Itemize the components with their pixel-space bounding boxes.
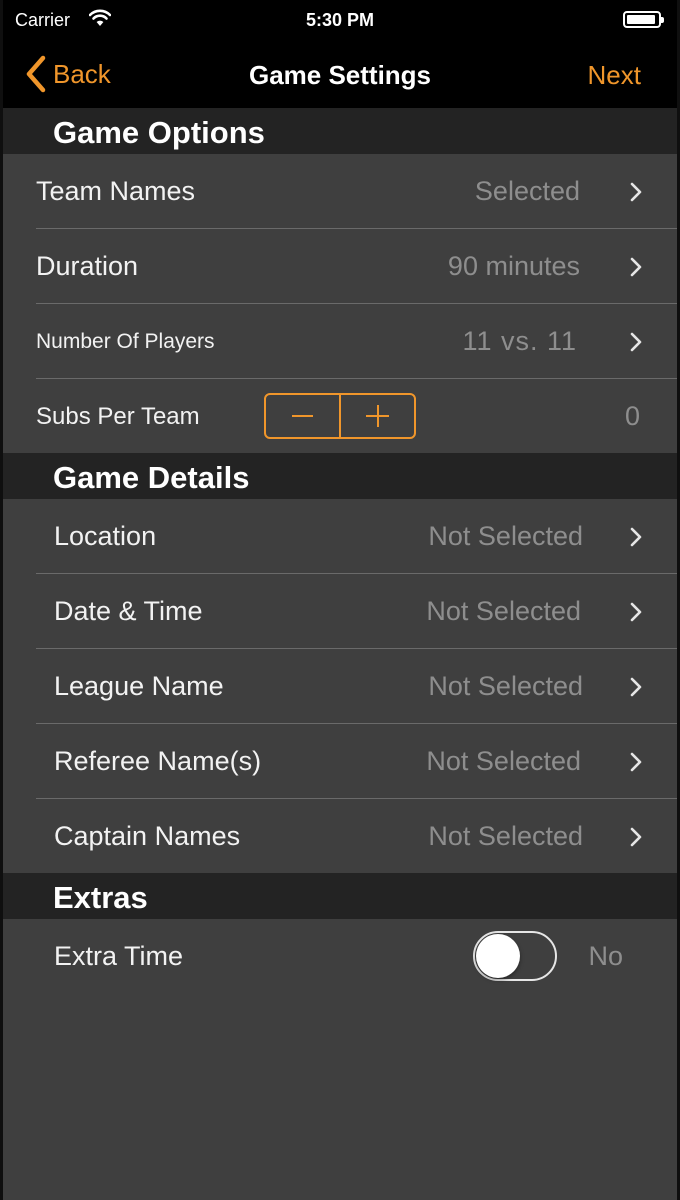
empty-area (3, 994, 677, 1200)
row-value: Not Selected (428, 821, 583, 851)
extra-time-row: Extra Time No (3, 919, 677, 994)
row-label: Duration (36, 251, 139, 281)
status-bar: Carrier 5:30 PM (3, 0, 677, 40)
chevron-right-icon (630, 827, 642, 847)
number-of-players-row[interactable]: Number Of Players 11 vs. 11 (3, 304, 677, 379)
extra-time-state: No (588, 941, 623, 971)
chevron-right-icon (630, 527, 642, 547)
extra-time-toggle[interactable] (473, 931, 557, 981)
chevron-right-icon (630, 257, 642, 277)
chevron-right-icon (630, 332, 642, 352)
section-title: Game Details (53, 460, 250, 495)
chevron-right-icon (630, 677, 642, 697)
row-value: Not Selected (426, 596, 581, 626)
row-value: Not Selected (428, 521, 583, 551)
row-label: Referee Name(s) (54, 746, 262, 776)
next-button[interactable]: Next (588, 60, 641, 91)
section-title: Game Options (53, 115, 265, 150)
section-header-extras: Extras (3, 873, 677, 919)
row-value: Not Selected (426, 746, 581, 776)
row-value: Selected (474, 176, 580, 206)
chevron-right-icon (630, 182, 642, 202)
section-header-game-details: Game Details (3, 453, 677, 499)
duration-row[interactable]: Duration 90 minutes (3, 229, 677, 304)
clock: 5:30 PM (305, 10, 375, 30)
row-label: Subs Per Team (36, 403, 200, 430)
game-settings-screen: Carrier 5:30 PM Back Game Settings Next … (0, 0, 680, 1200)
team-names-row[interactable]: Team Names Selected (3, 154, 677, 229)
toggle-knob (476, 934, 520, 978)
chevron-right-icon (630, 752, 642, 772)
row-label: Location (54, 521, 157, 551)
section-title: Extras (53, 880, 148, 915)
location-row[interactable]: Location Not Selected (3, 499, 677, 574)
league-name-row[interactable]: League Name Not Selected (3, 649, 677, 724)
subs-per-team-row: Subs Per Team 0 (3, 379, 677, 454)
row-label: League Name (54, 671, 224, 701)
chevron-right-icon (630, 602, 642, 622)
date-time-row[interactable]: Date & Time Not Selected (3, 574, 677, 649)
navigation-bar: Back Game Settings Next (3, 40, 677, 108)
referee-names-row[interactable]: Referee Name(s) Not Selected (3, 724, 677, 799)
row-value: 11 vs. 11 (462, 326, 577, 356)
row-label: Date & Time (54, 596, 203, 626)
battery-icon (623, 11, 664, 28)
minus-icon[interactable] (266, 395, 339, 437)
row-value: Not Selected (428, 671, 583, 701)
section-header-game-options: Game Options (3, 108, 677, 154)
page-title: Game Settings (248, 60, 432, 90)
subs-count: 0 (624, 401, 640, 431)
plus-icon[interactable] (339, 395, 414, 437)
captain-names-row[interactable]: Captain Names Not Selected (3, 799, 677, 874)
row-value: 90 minutes (447, 251, 580, 281)
row-label: Extra Time (54, 941, 184, 971)
row-label: Captain Names (54, 821, 241, 851)
row-label: Team Names (36, 176, 196, 206)
row-label: Number Of Players (36, 330, 215, 353)
subs-stepper[interactable] (264, 393, 416, 439)
